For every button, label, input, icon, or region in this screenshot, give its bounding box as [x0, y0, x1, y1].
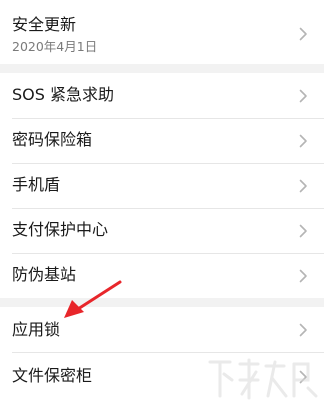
chevron-right-icon	[299, 134, 308, 148]
settings-group-protection: SOS 紧急求助 密码保险箱 手机盾 支付保护中心 防伪基站	[0, 73, 324, 298]
row-file-safe[interactable]: 文件保密柜	[0, 353, 324, 403]
row-anti-fake-station[interactable]: 防伪基站	[0, 254, 324, 298]
security-settings-screen: 安全更新 2020年4月1日 SOS 紧急求助 密码保险箱 手机盾 支付保护中心…	[0, 0, 324, 409]
row-phone-shield-title: 手机盾	[12, 175, 61, 194]
row-password-vault-title: 密码保险箱	[12, 130, 93, 149]
row-sos-title: SOS 紧急求助	[12, 85, 114, 104]
row-phone-shield[interactable]: 手机盾	[0, 164, 324, 208]
chevron-right-icon	[299, 27, 308, 41]
row-anti-fake-station-title: 防伪基站	[12, 265, 77, 284]
chevron-right-icon	[299, 370, 308, 384]
row-security-update-title: 安全更新	[12, 15, 77, 34]
chevron-right-icon	[299, 323, 308, 337]
row-security-update-subtitle: 2020年4月1日	[12, 39, 98, 54]
row-security-update[interactable]: 安全更新 2020年4月1日	[0, 0, 324, 64]
settings-group-locks: 应用锁 文件保密柜	[0, 307, 324, 409]
row-app-lock[interactable]: 应用锁	[0, 307, 324, 352]
row-sos[interactable]: SOS 紧急求助	[0, 73, 324, 118]
settings-group-update: 安全更新 2020年4月1日	[0, 0, 324, 64]
row-payment-protection-title: 支付保护中心	[12, 220, 109, 239]
chevron-right-icon	[299, 89, 308, 103]
row-password-vault[interactable]: 密码保险箱	[0, 119, 324, 163]
row-file-safe-title: 文件保密柜	[12, 366, 93, 385]
chevron-right-icon	[299, 224, 308, 238]
chevron-right-icon	[299, 179, 308, 193]
chevron-right-icon	[299, 269, 308, 283]
row-app-lock-title: 应用锁	[12, 320, 61, 339]
row-payment-protection[interactable]: 支付保护中心	[0, 209, 324, 253]
